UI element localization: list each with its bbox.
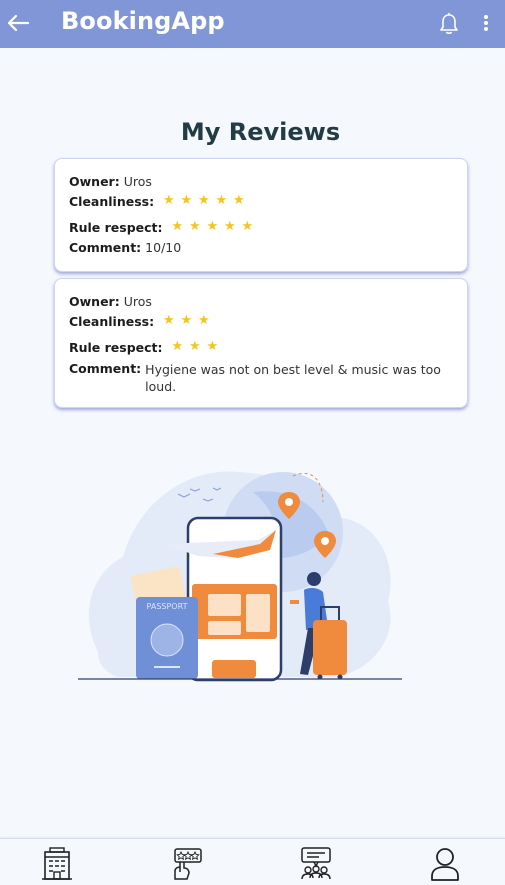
owner-row: Owner: Uros — [69, 291, 453, 311]
star-icon: ★ — [171, 219, 184, 234]
star-icon: ★ — [163, 193, 175, 208]
star-icon: ★ — [215, 193, 228, 208]
comment-value: Hygiene was not on best level & music wa… — [145, 362, 441, 394]
star-icon: ★ — [206, 219, 219, 234]
cleanliness-rating: ★ ★ ★ — [160, 311, 213, 331]
star-icon: ★ — [206, 339, 219, 354]
cleanliness-rating: ★ ★ ★ ★ ★ — [160, 191, 248, 211]
owner-label: Owner: — [69, 293, 120, 309]
comment-row: Comment: Hygiene was not on best level &… — [69, 361, 453, 395]
nav-ratings[interactable] — [170, 847, 204, 881]
owner-label: Owner: — [69, 173, 120, 189]
star-icon: ★ — [223, 219, 236, 234]
cleanliness-row: Cleanliness: ★ ★ ★ — [69, 311, 453, 331]
passport-label: PASSPORT — [147, 602, 188, 611]
page-title: My Reviews — [180, 118, 341, 146]
rating-icon — [174, 848, 202, 880]
owner-value: Uros — [123, 293, 152, 309]
star-icon: ★ — [163, 313, 175, 328]
travel-illustration: PASSPORT — [78, 471, 402, 682]
bell-icon — [440, 13, 458, 34]
more-vertical-icon — [484, 15, 488, 31]
rule-respect-row: Rule respect: ★ ★ ★ ★ ★ — [69, 217, 453, 237]
cleanliness-row: Cleanliness: ★ ★ ★ ★ ★ — [69, 191, 453, 211]
comment-label: Comment: — [69, 361, 142, 376]
forum-icon — [301, 847, 331, 880]
comment-row: Comment: 10/10 — [69, 237, 453, 257]
comment-value: 10/10 — [145, 239, 182, 255]
cleanliness-label: Cleanliness: — [69, 193, 155, 209]
cleanliness-label: Cleanliness: — [69, 313, 155, 329]
app-bar: BookingApp — [0, 0, 505, 48]
more-options-button[interactable] — [476, 10, 496, 36]
owner-value: Uros — [123, 173, 152, 189]
star-icon: ★ — [188, 219, 201, 234]
app-title: BookingApp — [61, 7, 225, 35]
review-card: Owner: Uros Cleanliness: ★ ★ ★ ★ ★ Rule resp… — [54, 158, 468, 272]
star-icon: ★ — [198, 193, 210, 208]
star-icon: ★ — [198, 313, 210, 328]
owner-row: Owner: Uros — [69, 171, 453, 191]
star-icon: ★ — [241, 219, 254, 234]
back-button[interactable] — [4, 9, 32, 37]
rule-respect-label: Rule respect: — [69, 339, 163, 355]
arrow-left-icon — [7, 14, 30, 32]
star-icon: ★ — [188, 339, 201, 354]
profile-icon — [431, 848, 459, 881]
notifications-button[interactable] — [436, 10, 462, 38]
nav-profile[interactable] — [428, 847, 462, 881]
nav-accommodations[interactable] — [40, 847, 74, 881]
star-icon: ★ — [171, 339, 184, 354]
review-card: Owner: Uros Cleanliness: ★ ★ ★ Rule respec… — [54, 278, 468, 408]
star-icon: ★ — [233, 193, 245, 208]
star-icon: ★ — [180, 313, 193, 328]
rule-respect-row: Rule respect: ★ ★ ★ — [69, 337, 453, 357]
bottom-navigation — [0, 838, 505, 885]
comment-label: Comment: — [69, 239, 142, 255]
star-icon: ★ — [180, 193, 193, 208]
hotel-icon — [42, 847, 72, 880]
rule-respect-rating: ★ ★ ★ — [169, 337, 222, 357]
rule-respect-label: Rule respect: — [69, 219, 163, 235]
rule-respect-rating: ★ ★ ★ ★ ★ — [169, 217, 257, 237]
nav-forum[interactable] — [299, 847, 333, 881]
